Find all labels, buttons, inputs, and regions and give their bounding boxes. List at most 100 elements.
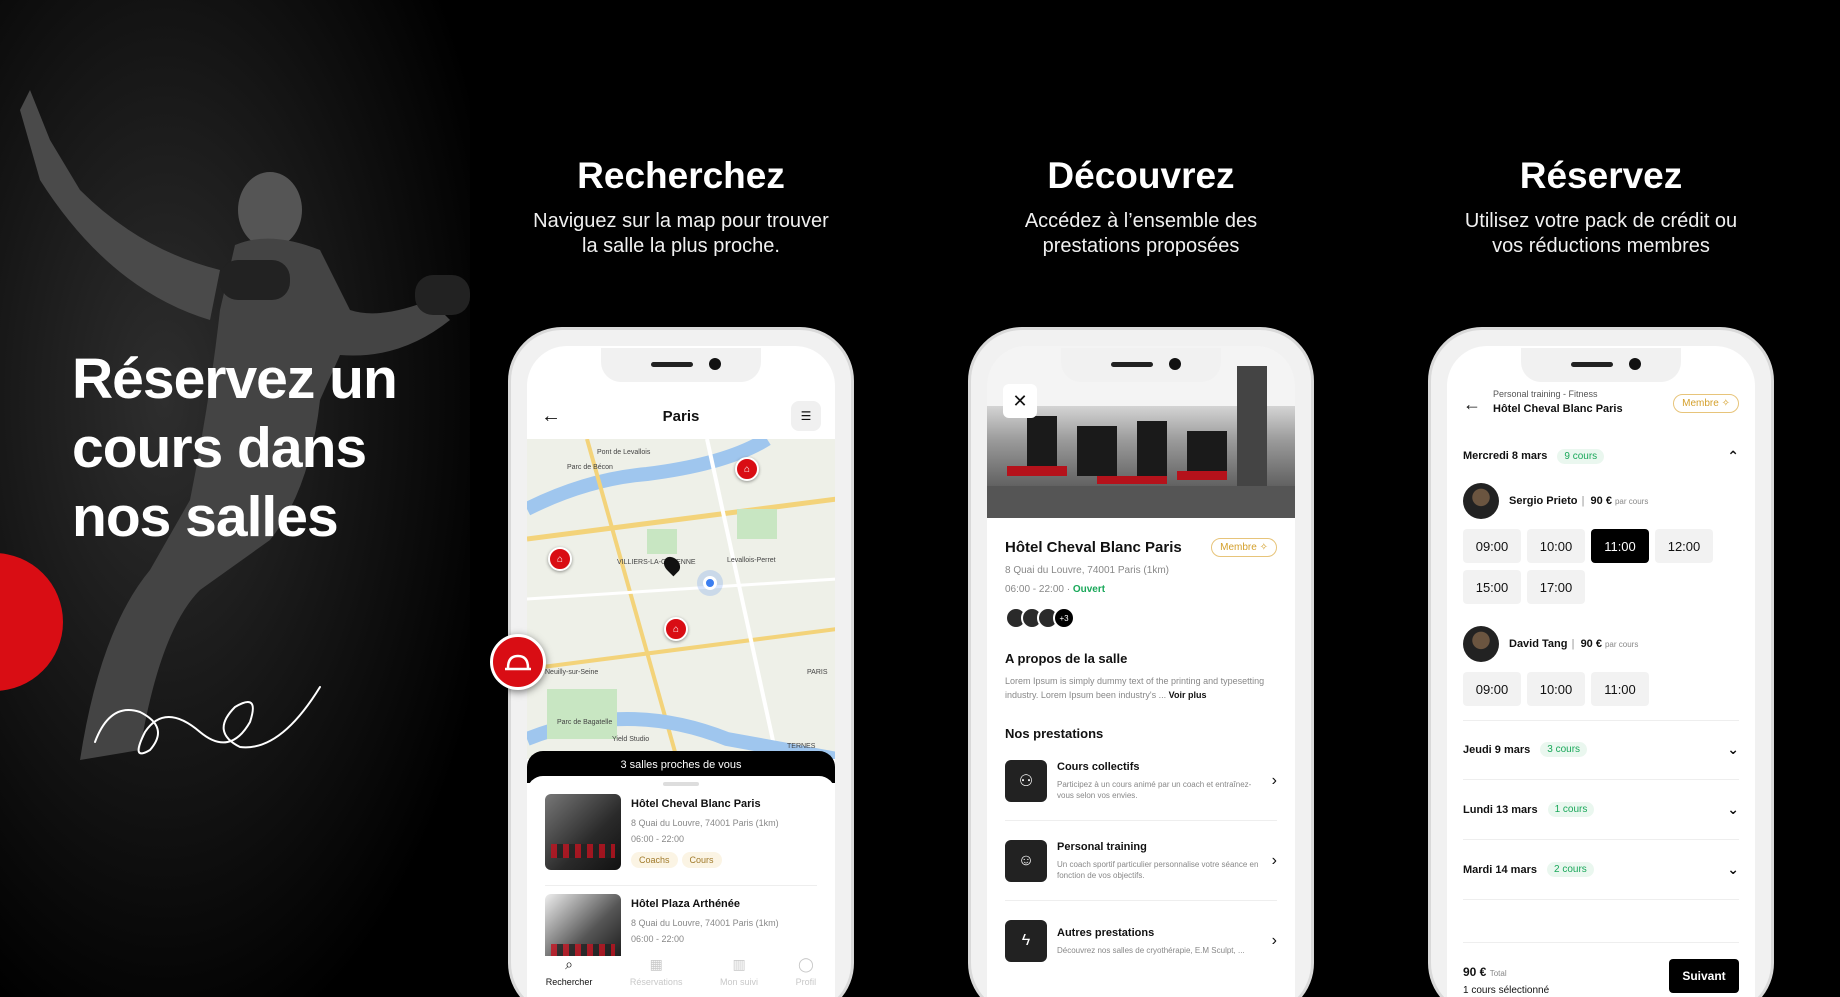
column-title: Découvrez [1047,155,1235,196]
tab-reservations[interactable]: ▦ Réservations [630,956,683,997]
coach-avatars[interactable]: +3 [1005,607,1277,629]
hero-title-line: nos salles [72,485,339,549]
gyms-sheet: Hôtel Cheval Blanc Paris 8 Quai du Louvr… [527,776,835,997]
filter-icon[interactable]: ☰ [791,401,821,431]
phone-notch [601,348,761,382]
day-row-expanded[interactable]: Mercredi 8 mars 9 cours ⌃ [1463,438,1739,474]
coach-name: Sergio Prieto [1509,495,1578,507]
service-description: Un coach sportif particulier personnalis… [1057,859,1259,880]
sheet-handle[interactable] [663,782,699,786]
service-item[interactable]: ⚇ Cours collectifs Participez à un cours … [1005,741,1277,821]
service-title: Cours collectifs [1057,760,1140,773]
about-text: Lorem Ipsum is simply dummy text of the … [1005,676,1265,700]
map-label: PARIS [807,669,828,676]
time-slot[interactable]: 12:00 [1655,529,1713,563]
gym-hours: 06:00 - 22:00 [631,834,685,844]
time-slot[interactable]: 11:00 [1591,672,1649,706]
time-slot[interactable]: 15:00 [1463,570,1521,604]
gym-logo-icon [505,654,531,671]
phone-screen: ← Personal training - Fitness Hôtel Chev… [1447,346,1755,997]
gym-map-pin[interactable]: ⌂ [548,547,572,571]
phone-screen: ✕ Hôtel Cheval Blanc Paris Membre ✧ 8 Qu… [987,346,1295,997]
bolt-icon: ϟ [1005,920,1047,962]
city-title: Paris [662,407,700,425]
gym-title-row: Hôtel Cheval Blanc Paris Membre ✧ [1005,538,1277,557]
service-item[interactable]: ☺ Personal training Un coach sportif part… [1005,821,1277,901]
gym-hours: 06:00 - 22:00 [631,934,685,944]
hero-title-line: cours dans [72,416,367,480]
price-unit: par cours [1604,639,1639,649]
phone-search: ← Paris ☰ Pont de Levallois Parc de Béco… [508,327,854,997]
day-label: Lundi 13 mars [1463,803,1538,816]
chart-icon: ▥ [732,956,746,972]
avatar [1463,483,1499,519]
gym-card[interactable]: Hôtel Cheval Blanc Paris 8 Quai du Louvr… [545,794,817,886]
time-slot-selected[interactable]: 11:00 [1591,529,1649,563]
service-title: Autres prestations [1057,926,1155,939]
gym-address: 8 Quai du Louvre, 74001 Paris (1km) [1005,565,1169,576]
tab-label: Mon suivi [720,977,759,987]
tab-rechercher[interactable]: ⌕ Rechercher [546,956,593,997]
map-label: Neuilly-sur-Seine [545,669,599,676]
service-description: Participez à un cours animé par un coach… [1057,779,1252,800]
gym-address: 8 Quai du Louvre, 74001 Paris (1km) [631,818,779,828]
back-arrow-icon[interactable]: ← [541,405,561,428]
chevron-right-icon: › [1271,851,1277,869]
tab-label: Profil [795,977,817,987]
phone-notch [1061,348,1221,382]
map-label: Parc de Bagatelle [557,719,613,726]
column-title: Réservez [1519,155,1683,196]
column-title: Recherchez [577,155,785,196]
service-item[interactable]: ϟ Autres prestations Découvrez nos salles… [1005,901,1277,981]
search-header: ← Paris ☰ [527,398,835,434]
services-heading: Nos prestations [1005,726,1104,741]
selected-count: 1 cours sélectionné [1463,985,1550,996]
back-arrow-icon[interactable]: ← [1463,394,1481,415]
day-row[interactable]: Mardi 14 mars 2 cours ⌄ [1463,840,1739,900]
map-roads [527,439,835,759]
calendar-icon: ▦ [649,956,663,972]
column-description: Utilisez votre pack de crédit ou vos rédu… [1464,210,1738,257]
tab-mon-suivi[interactable]: ▥ Mon suivi [720,956,758,997]
member-badge: Membre ✧ [1673,394,1739,413]
tab-label: Rechercher [545,977,593,987]
tab-profil[interactable]: ◯ Profil [796,956,817,997]
group-icon: ⚇ [1005,759,1047,802]
map-view[interactable]: Pont de Levallois Parc de Bécon Levalloi… [527,439,835,759]
gym-map-pin[interactable]: ⌂ [735,457,759,481]
column-reservez: Réservez Utilisez votre pack de crédit o… [1421,155,1781,259]
time-slot[interactable]: 10:00 [1527,672,1585,706]
coach-name: David Tang [1509,638,1568,650]
featured-gym-pin[interactable] [490,634,546,690]
see-more-link[interactable]: Voir plus [1169,690,1207,700]
signature-squiggle [94,686,321,755]
gym-map-pin[interactable]: ⌂ [664,617,688,641]
gym-thumbnail [545,794,621,870]
time-slot[interactable]: 17:00 [1527,570,1585,604]
hero-title-line: Réservez un [72,347,398,411]
price-unit: par cours [1614,496,1649,506]
day-label: Mercredi 8 mars [1463,450,1548,462]
phone-screen: ← Paris ☰ Pont de Levallois Parc de Béco… [527,346,835,997]
column-description: Accédez à l’ensemble des prestations prop… [1024,210,1258,257]
day-row[interactable]: Lundi 13 mars 1 cours ⌄ [1463,780,1739,840]
close-icon[interactable]: ✕ [1003,384,1037,418]
column-decouvrez: Découvrez Accédez à l’ensemble des presta… [961,155,1321,259]
time-slot[interactable]: 09:00 [1463,672,1521,706]
tab-label: Réservations [629,977,683,987]
gym-details: Hôtel Cheval Blanc Paris Membre ✧ 8 Quai… [987,518,1295,997]
next-button[interactable]: Suivant [1669,959,1739,993]
day-label: Mardi 14 mars [1463,863,1537,876]
phone-notch [1521,348,1681,382]
time-slot[interactable]: 10:00 [1527,529,1585,563]
service-title: Personal training [1057,840,1147,853]
map-label: Levallois-Perret [727,557,776,564]
hero-title: Réservez un cours dans nos salles [72,345,432,552]
service-description: Découvrez nos salles de cryothérapie, E.… [1057,945,1245,955]
gym-address: 8 Quai du Louvre, 74001 Paris (1km) [631,918,779,928]
time-slot[interactable]: 09:00 [1463,529,1521,563]
day-row[interactable]: Jeudi 9 mars 3 cours ⌄ [1463,720,1739,780]
chevron-up-icon: ⌃ [1727,447,1739,464]
course-count-badge: 2 cours [1546,862,1594,877]
open-status: Ouvert [1072,584,1106,595]
